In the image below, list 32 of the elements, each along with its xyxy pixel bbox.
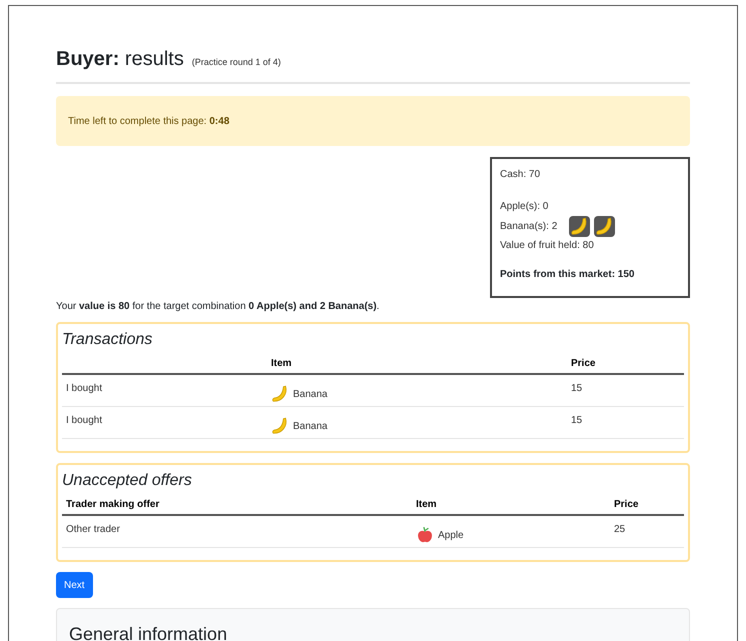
- points-label: Points from this market: 150: [500, 268, 636, 282]
- banana-icon: [271, 417, 289, 435]
- round-label: (Practice round 1 of 4): [192, 56, 281, 69]
- column-header: Trader making offer: [66, 499, 160, 510]
- table-cell-text: Apple: [438, 528, 464, 542]
- info-title: General information: [69, 624, 228, 641]
- table-cell: I bought: [66, 415, 102, 426]
- holding-label: Banana(s): 2: [500, 220, 558, 234]
- table-cell: 25: [614, 524, 626, 535]
- column-header: Price: [571, 358, 596, 369]
- section-title: Unaccepted offers: [62, 471, 193, 491]
- next-button[interactable]: Next: [56, 572, 93, 598]
- table-cell-text: Banana: [293, 388, 328, 402]
- banana-icon: [570, 216, 590, 236]
- cash-label: Cash: 70: [500, 168, 542, 182]
- column-header: Price: [614, 499, 638, 510]
- table-cell: Other trader: [66, 524, 120, 535]
- timer-alert: Time left to complete this page: 0:48: [56, 96, 690, 146]
- banana-icon: [271, 385, 289, 403]
- table-cell: 15: [571, 383, 582, 394]
- banana-icon: [595, 216, 614, 236]
- value-sentence: Your value is 80 for the target combination 0 Apple(s) and 2 Banana(s).: [56, 300, 380, 314]
- column-header: Item: [416, 499, 437, 510]
- table-cell: 15: [571, 415, 582, 426]
- fruit-value-label: Value of fruit held: 80: [500, 239, 595, 253]
- page-title: Buyer: results: [56, 47, 184, 72]
- apple-icon: [416, 526, 434, 544]
- section-title: Transactions: [62, 330, 154, 350]
- table-cell: I bought: [66, 383, 102, 394]
- column-header: Item: [271, 358, 292, 369]
- holding-label: Apple(s): 0: [500, 200, 548, 214]
- table-cell-text: Banana: [293, 420, 328, 434]
